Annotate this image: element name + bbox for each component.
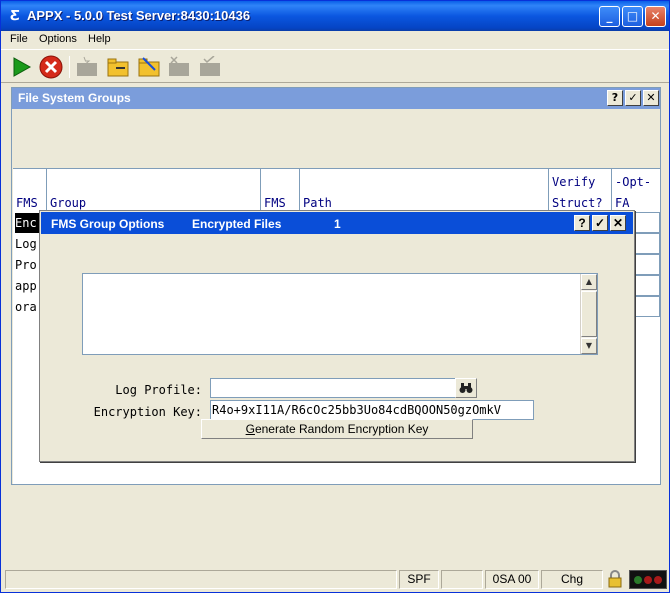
toolbar (1, 49, 669, 83)
app-window: Ƹ APPX - 5.0.0 Test Server:8430:10436 _ … (0, 0, 670, 593)
dialog-close-button[interactable]: ✕ (610, 215, 626, 231)
dialog-subtitle: Encrypted Files (192, 217, 282, 231)
panel-title-bar: File System Groups ? ✓ ✕ (12, 88, 660, 109)
play-icon (13, 57, 32, 77)
new-folder-button[interactable] (73, 53, 101, 81)
toolbar-separator (69, 56, 70, 78)
column-header-opt: -Opt- FA (615, 175, 652, 210)
generate-button-mnemonic: G (245, 422, 255, 436)
menu-help[interactable]: Help (88, 33, 111, 45)
maximize-button[interactable]: □ (622, 6, 643, 27)
scroll-down-arrow-icon[interactable]: ▼ (581, 338, 597, 354)
column-header-group: Group (47, 169, 261, 213)
delete-folder-icon (169, 56, 189, 76)
vertical-scrollbar[interactable]: ▲ ▼ (580, 274, 597, 354)
window-title: APPX - 5.0.0 Test Server:8430:10436 (27, 8, 251, 23)
stop-button[interactable] (37, 53, 65, 81)
scroll-up-arrow-icon[interactable]: ▲ (581, 274, 597, 290)
menu-bar: File Options Help (1, 31, 669, 49)
column-header-fms-2: FMS (261, 169, 300, 213)
encryption-key-label: Encryption Key: (93, 405, 202, 419)
status-field-chg: Chg (541, 570, 603, 589)
title-bar[interactable]: Ƹ APPX - 5.0.0 Test Server:8430:10436 _ … (1, 1, 669, 31)
panel-ok-button[interactable]: ✓ (625, 90, 641, 106)
fms-group-options-dialog: FMS Group Options Encrypted Files 1 ? ✓ … (39, 210, 635, 462)
log-profile-label: Log Profile: (115, 383, 202, 397)
dialog-ok-button[interactable]: ✓ (592, 215, 608, 231)
dialog-title-bar[interactable]: FMS Group Options Encrypted Files 1 ? ✓ … (41, 212, 633, 234)
status-light-red-icon (644, 576, 652, 584)
column-header-verify: Verify Struct? (549, 169, 612, 213)
minimize-button[interactable]: _ (599, 6, 620, 27)
panel-close-button[interactable]: ✕ (643, 90, 659, 106)
status-field-osa: 0SA 00 (485, 570, 539, 589)
status-light-red-icon (654, 576, 662, 584)
status-bar: SPF 0SA 00 Chg (1, 567, 669, 592)
edit-folder-button[interactable] (135, 53, 163, 81)
binoculars-icon (459, 383, 473, 393)
status-field-empty (441, 570, 483, 589)
encryption-key-field[interactable]: R4o+9xI11A/R6cOc25bb3Uo84cdBQOON50gzOmkV (210, 400, 534, 420)
status-field-spf: SPF (399, 570, 439, 589)
dialog-record-number: 1 (334, 217, 341, 231)
status-light-green-icon (634, 576, 642, 584)
stop-icon (39, 55, 63, 79)
column-header-fms: FMS (13, 169, 47, 213)
panel-title: File System Groups (18, 91, 131, 105)
dialog-help-button[interactable]: ? (574, 215, 590, 231)
delete-folder-button[interactable] (165, 53, 193, 81)
open-folder-icon (107, 58, 129, 77)
status-field-message (5, 570, 397, 589)
check-folder-icon (200, 56, 220, 76)
scroll-thumb[interactable] (581, 291, 597, 337)
generate-button-label: enerate Random Encryption Key (254, 422, 429, 436)
column-header-path: Path (300, 169, 549, 213)
open-folder-button[interactable] (104, 53, 132, 81)
appx-app-icon[interactable]: Ƹ (7, 9, 23, 25)
notes-textarea[interactable]: ▲ ▼ (82, 273, 598, 355)
dialog-title: FMS Group Options (51, 217, 165, 231)
close-button[interactable]: ✕ (645, 6, 666, 27)
check-folder-button[interactable] (196, 53, 224, 81)
panel-help-button[interactable]: ? (607, 90, 623, 106)
edit-folder-icon (138, 57, 160, 77)
log-profile-field[interactable] (210, 378, 456, 398)
binoculars-lookup-button[interactable] (455, 378, 477, 398)
menu-file[interactable]: File (10, 33, 28, 45)
star-folder-icon (77, 56, 97, 76)
menu-options[interactable]: Options (39, 33, 77, 45)
lock-icon (607, 570, 625, 589)
connection-status-lights (629, 570, 667, 589)
generate-random-encryption-key-button[interactable]: Generate Random Encryption Key (201, 419, 473, 439)
play-button[interactable] (7, 53, 35, 81)
